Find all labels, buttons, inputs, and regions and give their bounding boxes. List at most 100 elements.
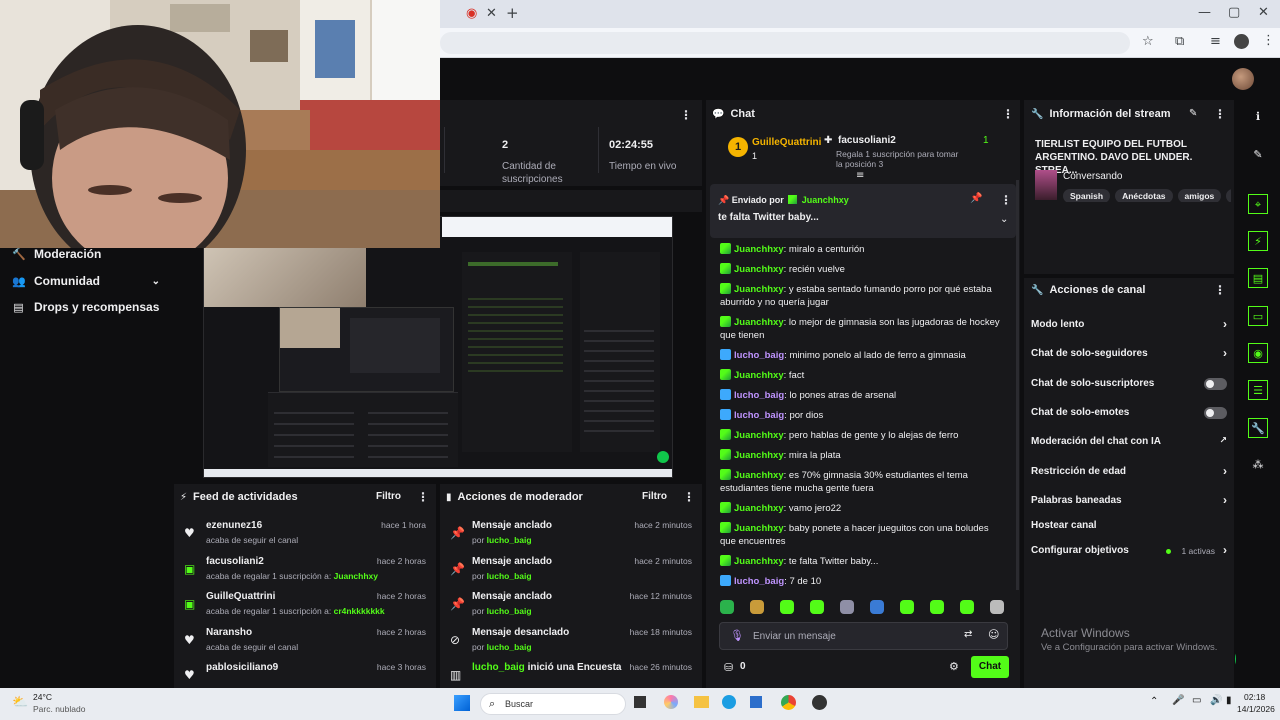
chat-username[interactable]: Juanchhxy bbox=[734, 264, 784, 275]
chat-message[interactable]: Juanchhxy: vamo jero22 bbox=[720, 502, 1006, 515]
profile-icon[interactable] bbox=[1234, 34, 1249, 49]
chat-message[interactable]: Juanchhxy: pero hablas de gente y lo ale… bbox=[720, 429, 1006, 442]
activity-user[interactable]: ezenunez16 bbox=[206, 520, 262, 531]
document-icon[interactable]: ▤ bbox=[1248, 268, 1268, 288]
chat-username[interactable]: Juanchhxy bbox=[734, 244, 784, 255]
task-view-icon[interactable] bbox=[634, 696, 646, 708]
mod-user[interactable]: lucho_baig bbox=[472, 662, 525, 673]
channel-action-item[interactable]: Moderación del chat con IA ↗ bbox=[1031, 436, 1227, 447]
chat-username[interactable]: lucho_baig bbox=[734, 390, 784, 401]
volume-icon[interactable]: 🔊 bbox=[1210, 695, 1222, 706]
mod-filter-button[interactable]: Filtro bbox=[642, 491, 667, 502]
stream-preview[interactable] bbox=[203, 216, 673, 478]
chat-input[interactable]: 🎙 Enviar un mensaje ⇄ ☺ bbox=[719, 622, 1008, 650]
maximize-button[interactable]: ▢ bbox=[1228, 5, 1240, 20]
clock-date[interactable]: 14/1/2026 bbox=[1237, 704, 1275, 714]
mod-action-row[interactable]: ⊘ Mensaje desanclado por lucho_baig hace 18… bbox=[440, 627, 700, 661]
tag-chip[interactable]: Spanish bbox=[1063, 189, 1111, 202]
nav-item-drops[interactable]: ▤ Drops y recompensas bbox=[12, 300, 159, 314]
chat-username[interactable]: lucho_baig bbox=[734, 410, 784, 421]
activity-row[interactable]: ▣ GuilleQuattrini acaba de regalar 1 suscr… bbox=[174, 591, 434, 625]
chrome-icon[interactable] bbox=[781, 695, 796, 710]
mod-action-row[interactable]: 📌 Mensaje anclado por lucho_baig hace 12 mi… bbox=[440, 591, 700, 625]
minimize-button[interactable]: — bbox=[1198, 5, 1211, 20]
chat-icon[interactable]: ▭ bbox=[1248, 306, 1268, 326]
list-icon[interactable]: ☰ bbox=[1248, 380, 1268, 400]
address-input[interactable] bbox=[440, 32, 1130, 54]
channel-action-item[interactable]: Modo lento › bbox=[1031, 317, 1227, 331]
emote-icon[interactable] bbox=[840, 600, 854, 614]
emote-icon[interactable] bbox=[750, 600, 764, 614]
chat-message[interactable]: Juanchhxy: miralo a centurión bbox=[720, 243, 1006, 256]
microphone-icon[interactable]: 🎤 bbox=[1172, 695, 1184, 706]
category-name[interactable]: Conversando bbox=[1063, 171, 1122, 182]
obs-icon[interactable] bbox=[812, 695, 827, 710]
points-icon[interactable]: ⛁ bbox=[724, 661, 733, 674]
star-icon[interactable]: ☆ bbox=[1142, 34, 1154, 49]
activity-user[interactable]: Naransho bbox=[206, 627, 252, 638]
chat-message[interactable]: lucho_baig: por dios bbox=[720, 409, 1006, 422]
activity-row[interactable]: ♥ pablosiciliano9 hace 3 horas bbox=[174, 662, 434, 688]
channel-action-item[interactable]: Configurar objetivos › 1 activas bbox=[1031, 543, 1227, 557]
chat-message[interactable]: Juanchhxy: lo mejor de gimnasia son las … bbox=[720, 316, 1006, 342]
pinned-menu-icon[interactable]: ⋮ bbox=[1000, 193, 1012, 207]
file-explorer-icon[interactable] bbox=[694, 696, 709, 708]
chat-username[interactable]: lucho_baig bbox=[734, 576, 784, 587]
tools-icon[interactable]: 🔧 bbox=[1248, 418, 1268, 438]
chat-username[interactable]: Juanchhxy bbox=[734, 430, 784, 441]
emoji-icon[interactable]: ☺ bbox=[988, 628, 999, 641]
chat-username[interactable]: Juanchhxy bbox=[734, 470, 784, 481]
stats-menu-icon[interactable]: ⋮ bbox=[680, 108, 692, 122]
tag-chip[interactable]: Anécdotas bbox=[1115, 189, 1173, 202]
stream-info-menu-icon[interactable]: ⋮ bbox=[1214, 107, 1226, 121]
chat-username[interactable]: lucho_baig bbox=[734, 350, 784, 361]
edit-pencil-icon[interactable]: ✎ bbox=[1189, 108, 1197, 119]
chat-username[interactable]: Juanchhxy bbox=[734, 370, 784, 381]
channel-action-item[interactable]: Restricción de edad › bbox=[1031, 464, 1227, 478]
emote-icon[interactable] bbox=[960, 600, 974, 614]
chat-scrollbar[interactable] bbox=[1016, 180, 1019, 590]
windows-start-icon[interactable] bbox=[454, 695, 470, 711]
channel-action-item[interactable]: Hostear canal bbox=[1031, 520, 1227, 531]
mod-user[interactable]: lucho_baig bbox=[487, 571, 532, 581]
chat-username[interactable]: Juanchhxy bbox=[734, 317, 784, 328]
nav-item-moderation[interactable]: 🔨 Moderación bbox=[12, 247, 101, 261]
mod-menu-icon[interactable]: ⋮ bbox=[683, 490, 695, 504]
emote-icon[interactable] bbox=[870, 600, 884, 614]
taskbar-search[interactable]: ⌕ Buscar bbox=[480, 693, 626, 715]
emote-icon[interactable] bbox=[810, 600, 824, 614]
chat-message[interactable]: Juanchhxy: baby ponete a hacer jueguitos… bbox=[720, 522, 1006, 548]
clock-time[interactable]: 02:18 bbox=[1244, 692, 1265, 702]
chat-message[interactable]: Juanchhxy: fact bbox=[720, 369, 1006, 382]
nav-item-community[interactable]: 👥 Comunidad ⌄ bbox=[12, 274, 160, 288]
emote-icon[interactable] bbox=[990, 600, 1004, 614]
display-icon[interactable]: ▭ bbox=[1192, 695, 1201, 706]
channel-action-item[interactable]: Chat de solo-suscriptores bbox=[1031, 378, 1227, 390]
mic-icon[interactable]: 🎙 bbox=[730, 629, 744, 642]
chat-message[interactable]: lucho_baig: minimo ponelo al lado de fer… bbox=[720, 349, 1006, 362]
tag-chip[interactable]: ar bbox=[1226, 189, 1231, 202]
gift-user[interactable]: facusoliani2 bbox=[838, 135, 896, 146]
channel-action-item[interactable]: Chat de solo-emotes bbox=[1031, 407, 1227, 419]
extensions-icon[interactable]: ⧉ bbox=[1175, 34, 1184, 49]
activity-row[interactable]: ♥ Naransho acaba de seguir el canal hace 2 … bbox=[174, 627, 434, 661]
battery-icon[interactable]: ▮ bbox=[1226, 695, 1232, 706]
expand-icon[interactable]: ≡ bbox=[856, 170, 864, 181]
chat-message[interactable]: Juanchhxy: y estaba sentado fumando porr… bbox=[720, 283, 1006, 309]
mod-user[interactable]: lucho_baig bbox=[487, 606, 532, 616]
tray-chevron-icon[interactable]: ⌃ bbox=[1150, 696, 1158, 707]
activity-recipient[interactable]: cr4nkkkkkkk bbox=[334, 606, 385, 616]
mod-user[interactable]: lucho_baig bbox=[487, 535, 532, 545]
lightning-icon[interactable]: ⚡ bbox=[1248, 231, 1268, 251]
activity-row[interactable]: ♥ ezenunez16 acaba de seguir el canal hace … bbox=[174, 520, 434, 554]
chat-menu-icon[interactable]: ⋮ bbox=[1002, 107, 1014, 121]
chat-username[interactable]: Juanchhxy bbox=[734, 503, 784, 514]
toggle-switch[interactable] bbox=[1204, 378, 1227, 390]
avatar[interactable] bbox=[1232, 68, 1254, 90]
mod-action-row[interactable]: 📌 Mensaje anclado por lucho_baig hace 2 min… bbox=[440, 520, 700, 554]
chat-message[interactable]: Juanchhxy: recién vuelve bbox=[720, 263, 1006, 276]
activity-user[interactable]: facusoliani2 bbox=[206, 556, 264, 567]
chat-username[interactable]: Juanchhxy bbox=[734, 284, 784, 295]
toggle-switch[interactable] bbox=[1204, 407, 1227, 419]
apps-icon[interactable]: ⁂ bbox=[1248, 455, 1268, 475]
